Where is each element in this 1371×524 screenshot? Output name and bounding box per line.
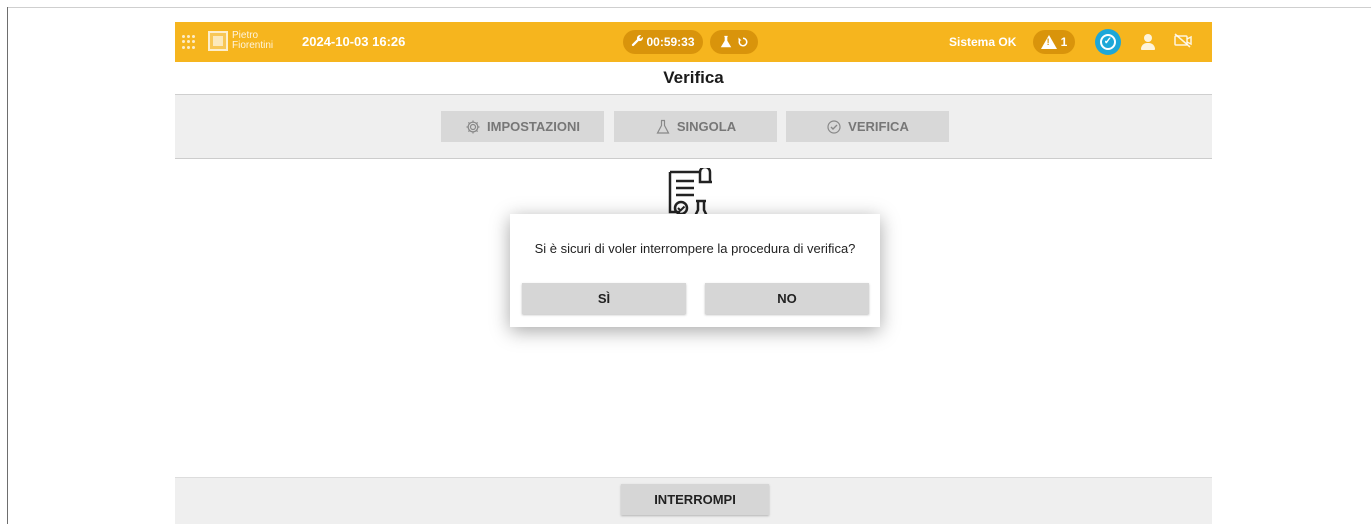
timer-value: 00:59:33 (646, 35, 695, 49)
test-status-badge[interactable] (710, 30, 758, 54)
logo-mark-icon (208, 31, 228, 51)
bottom-action-bar: INTERROMPI (175, 477, 1212, 524)
system-status-text: Sistema OK (949, 35, 1017, 49)
warning-icon (1040, 35, 1057, 49)
window-border-left (7, 7, 8, 524)
flask-icon (656, 119, 670, 134)
wrench-icon (631, 34, 644, 50)
tab-verifica-label: VERIFICA (848, 119, 909, 134)
warning-count: 1 (1060, 35, 1068, 49)
top-status-bar: Pietro Fiorentini 2024-10-03 16:26 00:59… (175, 22, 1212, 62)
user-icon[interactable] (1140, 32, 1156, 52)
tab-impostazioni[interactable]: IMPOSTAZIONI (441, 111, 604, 142)
grid-menu-icon[interactable] (182, 35, 196, 49)
check-circle-icon (827, 119, 841, 134)
check-icon: ✓ (1100, 34, 1116, 50)
warning-badge[interactable]: 1 (1033, 30, 1075, 54)
gear-icon (466, 120, 480, 133)
refresh-icon (738, 37, 748, 47)
company-logo: Pietro Fiorentini (208, 31, 273, 51)
tab-singola[interactable]: SINGOLA (614, 111, 777, 142)
no-button[interactable]: NO (705, 283, 869, 314)
yes-button[interactable]: SÌ (522, 283, 686, 314)
tab-singola-label: SINGOLA (676, 119, 737, 134)
page-title: Verifica (663, 68, 724, 87)
tab-impostazioni-label: IMPOSTAZIONI (487, 119, 580, 134)
tab-bar: IMPOSTAZIONI SINGOLA VERIFICA (175, 95, 1212, 159)
verified-status-icon[interactable]: ✓ (1095, 29, 1121, 55)
current-datetime: 2024-10-03 16:26 (302, 34, 406, 49)
timer-badge[interactable]: 00:59:33 (623, 30, 703, 54)
window-border-top (7, 7, 1371, 8)
tab-verifica[interactable]: VERIFICA (786, 111, 949, 142)
camera-off-icon[interactable] (1174, 33, 1192, 48)
confirm-dialog: Si è sicuri di voler interrompere la pro… (510, 214, 880, 327)
logo-text-line2: Fiorentini (232, 40, 274, 51)
flask-icon (720, 35, 732, 48)
logo-text: Pietro Fiorentini (232, 31, 273, 51)
stop-button[interactable]: INTERROMPI (621, 484, 769, 515)
dialog-message: Si è sicuri di voler interrompere la pro… (534, 241, 856, 256)
app-screen: Pietro Fiorentini 2024-10-03 16:26 00:59… (175, 22, 1212, 524)
